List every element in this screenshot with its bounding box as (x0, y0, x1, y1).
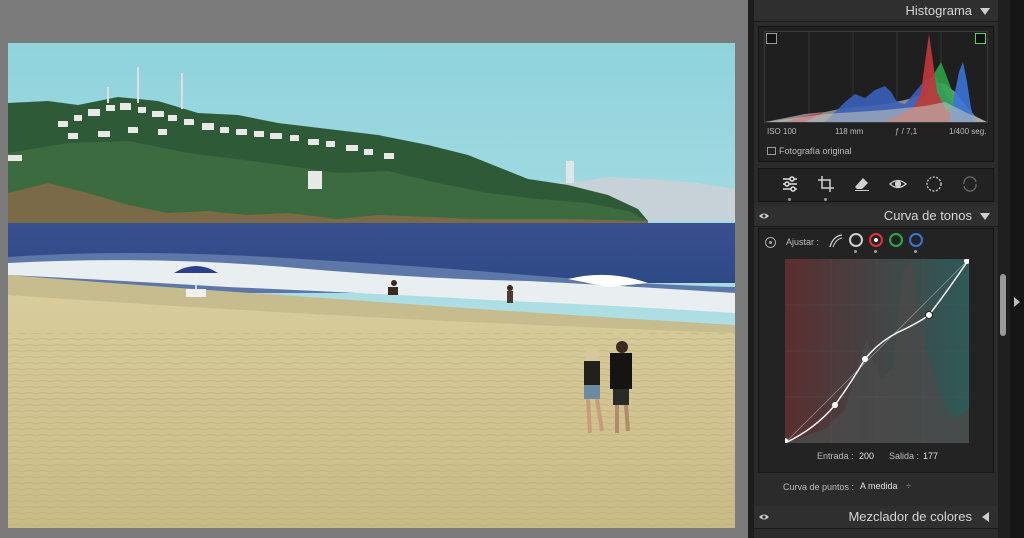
crop-icon[interactable] (817, 175, 835, 193)
select-arrows-icon: ÷ (906, 481, 911, 491)
channel-rgb-dot (854, 250, 857, 253)
aperture: ƒ / 7,1 (895, 127, 918, 136)
original-checkbox[interactable] (767, 147, 776, 155)
color-mixer-title: Mezclador de colores (848, 509, 972, 524)
tone-curve-header[interactable]: Curva de tonos (754, 205, 998, 227)
point-curve-row: Curva de puntos : A medida ÷ (758, 472, 994, 502)
target-adjust-icon[interactable] (765, 237, 776, 248)
input-value[interactable]: 200 (859, 451, 874, 461)
redeye-icon[interactable] (889, 175, 907, 193)
sliders-icon[interactable] (781, 175, 799, 193)
channel-red-button[interactable] (869, 233, 883, 247)
collapse-icon[interactable] (980, 213, 990, 220)
tool-strip (758, 168, 994, 202)
histogram-graph[interactable] (764, 31, 988, 123)
channel-rgb-button[interactable] (849, 233, 863, 247)
panel-edge[interactable] (1010, 0, 1024, 538)
adjust-label: Ajustar : (786, 237, 820, 247)
tone-curve-title: Curva de tonos (883, 208, 972, 223)
panel-scrollbar[interactable] (998, 0, 1010, 538)
photo-canvas[interactable] (0, 0, 748, 538)
channel-red-dot (874, 250, 877, 253)
develop-panel: Histograma ISO 100 118 mm ƒ / 7,1 1/400 … (754, 0, 998, 538)
highlight-clipping-icon[interactable] (975, 33, 986, 44)
exif-row: ISO 100 118 mm ƒ / 7,1 1/400 seg. (767, 127, 989, 141)
original-label: Fotografía original (779, 146, 852, 156)
collapse-panel-arrow-icon[interactable] (1014, 297, 1020, 307)
shadow-clipping-icon[interactable] (766, 33, 777, 44)
color-mixer-header[interactable]: Mezclador de colores (754, 506, 998, 529)
focal-length: 118 mm (835, 127, 864, 136)
tone-curve-box: Ajustar : Entrada: 200 Salida: 177 (758, 228, 994, 500)
expand-icon[interactable] (982, 512, 989, 522)
input-label: Entrada : (817, 451, 854, 461)
point-curve-label: Curva de puntos : (783, 482, 855, 492)
lightroom-window: Histograma ISO 100 118 mm ƒ / 7,1 1/400 … (0, 0, 1024, 538)
channel-green-button[interactable] (889, 233, 903, 247)
collapse-icon[interactable] (980, 8, 990, 15)
histogram-box: ISO 100 118 mm ƒ / 7,1 1/400 seg. Fotogr… (758, 26, 994, 162)
scroll-thumb[interactable] (1000, 274, 1006, 336)
output-value[interactable]: 177 (923, 451, 938, 461)
transform-icon[interactable] (961, 175, 979, 193)
parametric-curve-icon[interactable] (829, 234, 843, 248)
eraser-icon[interactable] (853, 175, 871, 193)
mask-icon[interactable] (925, 175, 943, 193)
active-indicator (788, 198, 791, 201)
shutter-speed: 1/400 seg. (949, 127, 987, 136)
histogram-title: Histograma (905, 3, 972, 18)
crop-indicator (824, 198, 827, 201)
point-curve-value: A medida (860, 481, 898, 491)
channel-blue-dot (914, 250, 917, 253)
original-photo-toggle[interactable]: Fotografía original (767, 146, 852, 156)
visibility-eye-icon[interactable] (758, 210, 770, 222)
channel-blue-button[interactable] (909, 233, 923, 247)
beach-photo[interactable] (8, 43, 735, 528)
point-curve-select[interactable]: A medida ÷ (860, 481, 911, 491)
visibility-eye-icon[interactable] (758, 511, 770, 523)
output-label: Salida : (889, 451, 920, 461)
histogram-header[interactable]: Histograma (754, 0, 998, 22)
tone-curve-graph[interactable] (782, 258, 970, 444)
iso-value: ISO 100 (767, 127, 797, 136)
